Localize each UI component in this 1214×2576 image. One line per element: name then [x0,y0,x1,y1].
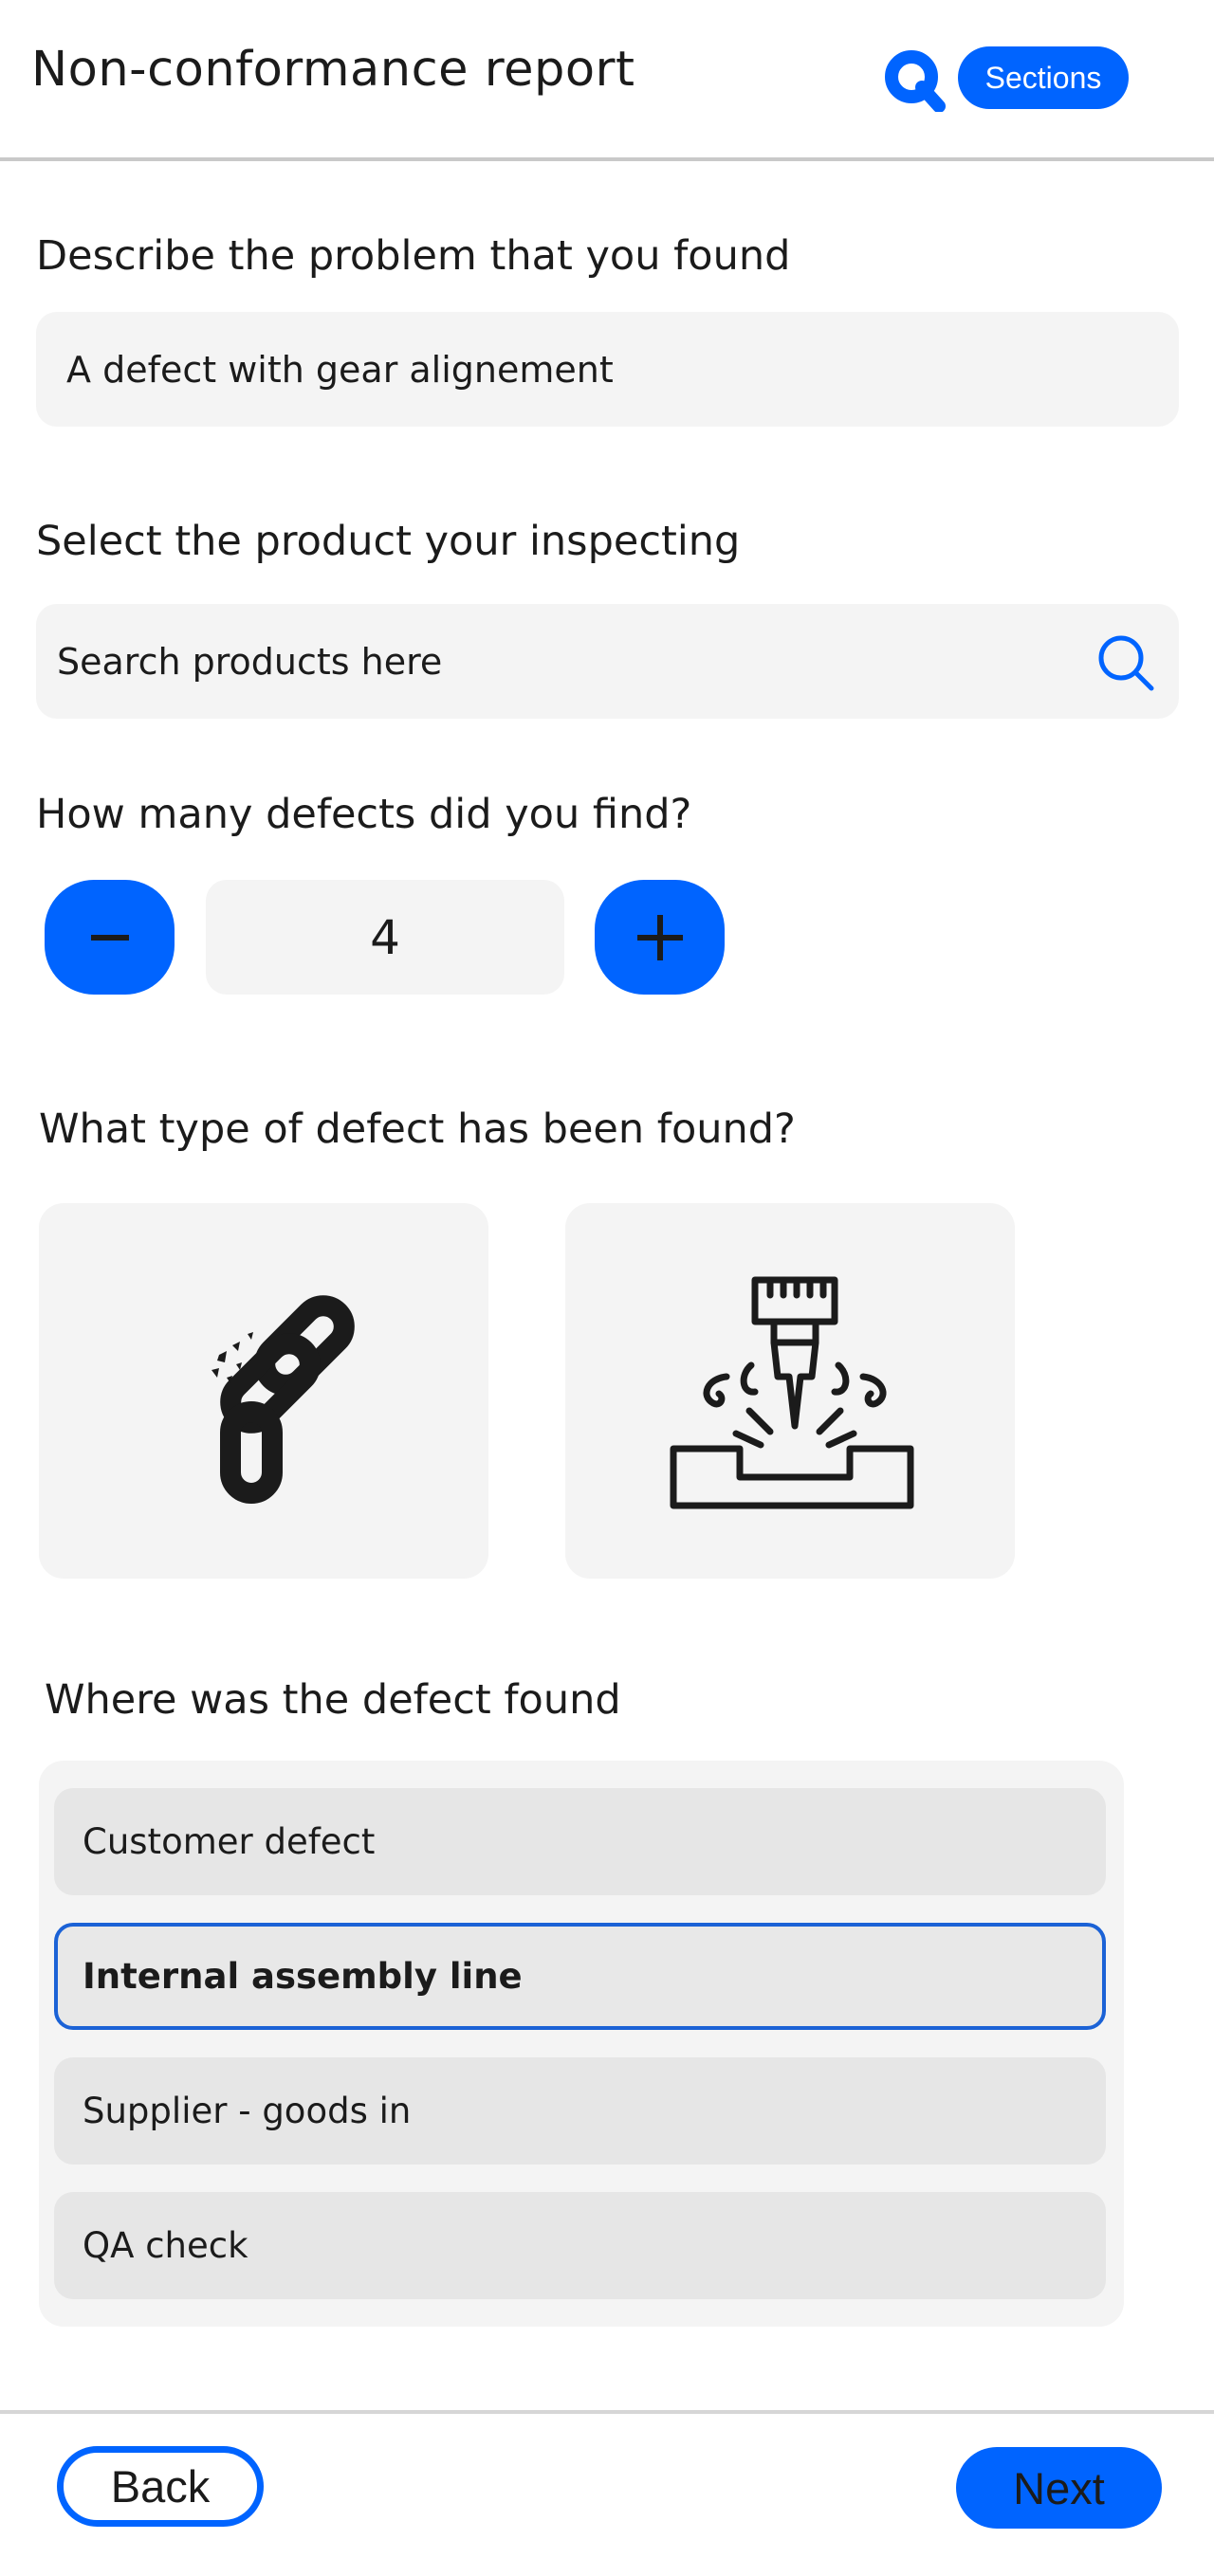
decrement-button[interactable] [45,880,175,995]
location-option-customer-defect[interactable]: Customer defect [54,1788,1106,1895]
defect-location-question-label: Where was the defect found [45,1676,621,1724]
defect-count-question-label: How many defects did you find? [36,791,692,838]
next-button[interactable]: Next [956,2447,1162,2529]
location-option-internal-assembly-line[interactable]: Internal assembly line [54,1923,1106,2030]
header-divider [0,157,1214,161]
defect-type-option-broken-chain[interactable] [39,1203,488,1579]
problem-description-input[interactable] [36,312,1179,427]
defect-type-option-machining[interactable] [565,1203,1015,1579]
minus-icon [90,934,129,941]
defect-count-field[interactable] [206,880,564,995]
footer-divider [0,2410,1214,2414]
increment-button[interactable] [595,880,725,995]
defect-location-list: Customer defect Internal assembly line S… [39,1761,1124,2327]
problem-question-label: Describe the problem that you found [36,232,791,280]
location-option-qa-check[interactable]: QA check [54,2192,1106,2299]
defect-type-question-label: What type of defect has been found? [39,1105,796,1153]
search-icon[interactable] [1096,633,1155,692]
machining-drill-icon [670,1276,914,1509]
q-logo-icon [885,50,946,112]
page-title: Non-conformance report [31,42,635,98]
location-option-supplier-goods-in[interactable]: Supplier - goods in [54,2057,1106,2165]
product-search-input[interactable] [36,604,1179,719]
plus-icon [636,914,683,960]
product-question-label: Select the product your inspecting [36,518,741,565]
back-button[interactable]: Back [57,2446,264,2527]
sections-button[interactable]: Sections [958,46,1129,109]
broken-chain-icon [212,1295,355,1504]
